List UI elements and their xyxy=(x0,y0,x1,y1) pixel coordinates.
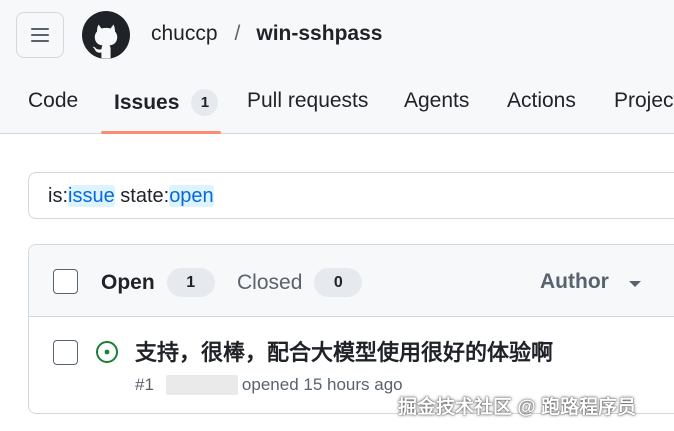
closed-filter-label: Closed xyxy=(237,270,303,294)
tab-pull-requests[interactable]: Pull requests xyxy=(247,89,368,113)
search-value-open: open xyxy=(169,185,214,207)
chevron-down-icon xyxy=(628,280,641,287)
tab-actions-label: Actions xyxy=(507,89,576,112)
repo-header: chuccp / win-sshpass Code Issues 1 Pull … xyxy=(0,0,674,134)
issue-title-link[interactable]: 支持，很棒，配合大模型使用很好的体验啊 xyxy=(135,335,553,367)
issue-open-icon xyxy=(96,341,118,363)
tab-code-label: Code xyxy=(28,89,79,112)
author-dropdown[interactable]: Author xyxy=(540,270,641,294)
tab-projects-label: Project xyxy=(614,89,674,112)
issue-number: #1 xyxy=(135,375,154,394)
author-dropdown-label: Author xyxy=(540,270,609,293)
issue-row-checkbox[interactable] xyxy=(53,340,78,365)
search-value-issue: issue xyxy=(68,185,115,207)
owner-link[interactable]: chuccp xyxy=(151,22,218,46)
open-filter-label: Open xyxy=(101,270,155,294)
closed-filter[interactable]: Closed 0 xyxy=(237,268,363,297)
issues-search-input[interactable]: is:issue state:open xyxy=(28,172,674,219)
menu-button[interactable] xyxy=(16,12,64,58)
closed-count-badge: 0 xyxy=(314,268,363,297)
open-count-badge: 1 xyxy=(166,268,215,297)
tab-code[interactable]: Code xyxy=(28,89,78,113)
tab-issues[interactable]: Issues 1 xyxy=(114,89,219,116)
tab-actions[interactable]: Actions xyxy=(507,89,576,113)
breadcrumb-separator: / xyxy=(234,22,241,45)
github-mark-icon[interactable] xyxy=(82,11,130,59)
redacted-author xyxy=(165,375,238,395)
select-all-checkbox[interactable] xyxy=(53,269,78,294)
tab-pull-requests-label: Pull requests xyxy=(247,89,369,112)
breadcrumb: chuccp / win-sshpass xyxy=(151,22,382,46)
active-tab-underline xyxy=(101,131,221,134)
watermark-text: 掘金技术社区 @ 跑路程序员 xyxy=(398,397,637,418)
hamburger-icon xyxy=(31,28,49,42)
search-qualifier-state: state: xyxy=(114,185,170,207)
open-filter[interactable]: Open 1 xyxy=(101,268,215,297)
tab-projects[interactable]: Project xyxy=(614,89,674,113)
issues-list-header: Open 1 Closed 0 Author xyxy=(29,245,674,317)
issues-counter: 1 xyxy=(191,89,219,116)
tab-agents[interactable]: Agents xyxy=(404,89,469,113)
tab-issues-label: Issues xyxy=(114,90,180,114)
issue-meta: #1 opened 15 hours ago xyxy=(135,375,403,395)
repo-link[interactable]: win-sshpass xyxy=(256,22,382,46)
issue-opened-time: opened 15 hours ago xyxy=(241,375,403,394)
issues-list: Open 1 Closed 0 Author 支持，很棒，配合大模型使用很好的体… xyxy=(28,244,674,414)
repo-nav: Code Issues 1 Pull requests Agents Actio… xyxy=(0,74,674,134)
tab-agents-label: Agents xyxy=(404,89,470,112)
search-qualifier-is: is: xyxy=(48,185,68,207)
